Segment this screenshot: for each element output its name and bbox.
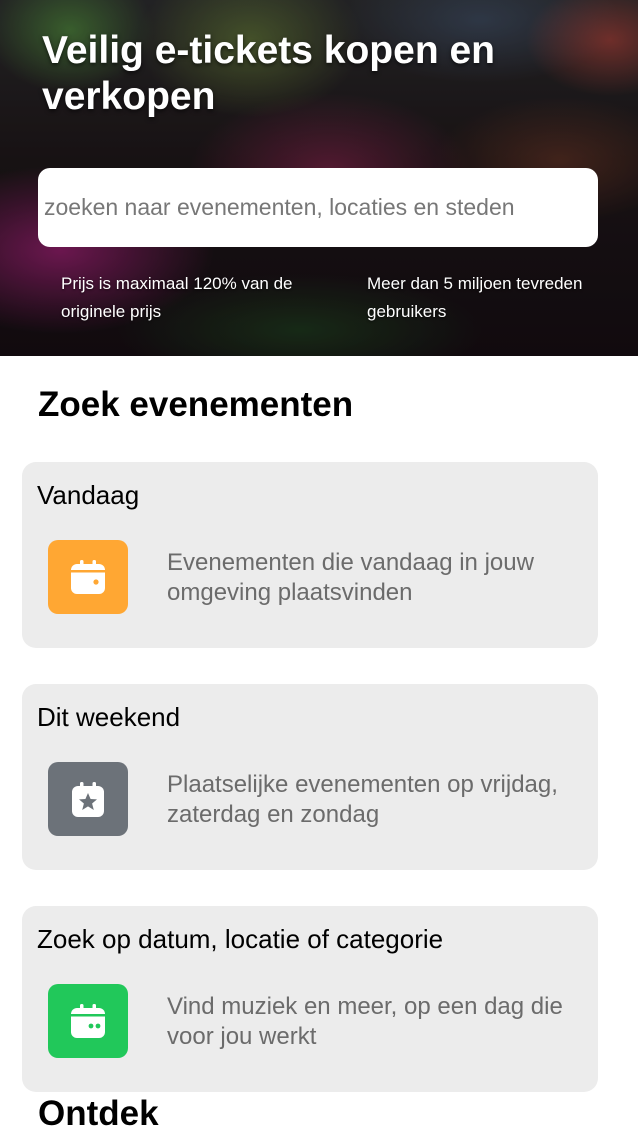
card-zoek-op-datum[interactable]: Zoek op datum, locatie of categorie Vind… — [22, 906, 598, 1092]
card-title: Zoek op datum, locatie of categorie — [37, 924, 444, 954]
card-title: Vandaag — [37, 480, 140, 510]
usp-price-cap: Prijs is maximaal 120% van de originele … — [61, 274, 293, 321]
hero-banner: Veilig e-tickets kopen en verkopen Prijs… — [0, 0, 638, 356]
card-dit-weekend[interactable]: Dit weekend Plaatselijke evenementen op … — [22, 684, 598, 870]
section-title-ontdek: Ontdek — [38, 1094, 159, 1133]
card-description: Vind muziek en meer, op een dag die voor… — [167, 993, 563, 1050]
card-vandaag[interactable]: Vandaag Evenementen die vandaag in jouw … — [22, 462, 598, 648]
section-title-zoek: Zoek evenementen — [38, 385, 354, 424]
card-title: Dit weekend — [37, 702, 181, 732]
calendar-star-icon — [48, 762, 128, 836]
calendar-icon — [48, 540, 128, 614]
search-input[interactable] — [38, 168, 598, 247]
card-description: Plaatselijke evenementen op vrijdag, zat… — [167, 771, 558, 828]
card-description: Evenementen die vandaag in jouw omgeving… — [167, 549, 534, 606]
usp-users: Meer dan 5 miljoen tevreden gebruikers — [367, 274, 583, 321]
calendar-dots-icon — [48, 984, 128, 1058]
hero-title: Veilig e-tickets kopen en verkopen — [42, 29, 495, 118]
